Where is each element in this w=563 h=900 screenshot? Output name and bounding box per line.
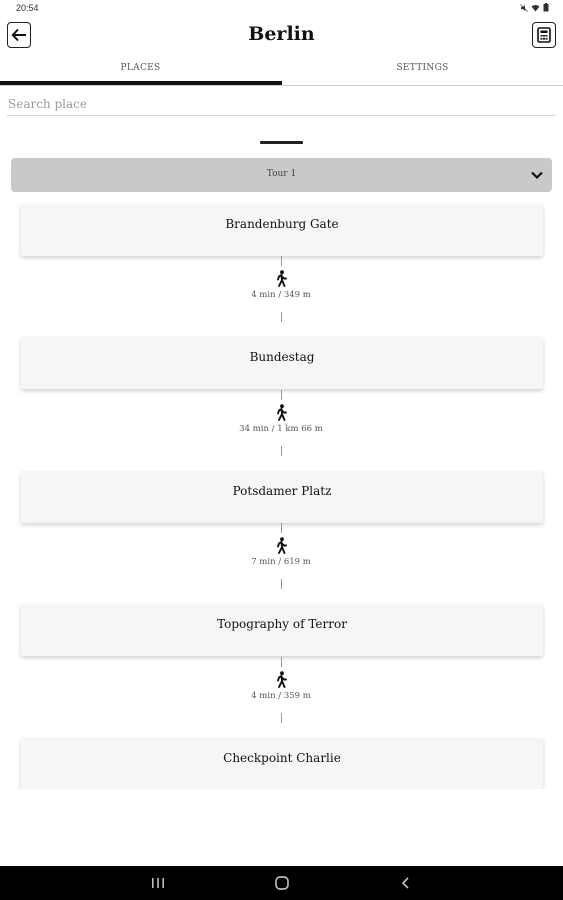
place-name: Topography of Terror bbox=[217, 617, 347, 631]
page-title: Berlin bbox=[248, 23, 315, 45]
connector-line bbox=[281, 713, 282, 723]
connector-line bbox=[281, 312, 282, 322]
wifi-icon bbox=[531, 4, 540, 11]
walk-leg: 4 min / 359 m bbox=[231, 657, 331, 737]
status-bar: 20:54 bbox=[0, 0, 563, 18]
place-card-topography-of-terror[interactable]: Topography of Terror bbox=[21, 604, 543, 656]
status-time: 20:54 bbox=[16, 3, 39, 13]
home-icon[interactable] bbox=[272, 875, 292, 891]
walking-icon bbox=[277, 404, 287, 421]
search-field[interactable] bbox=[7, 92, 556, 116]
place-name: Bundestag bbox=[249, 350, 315, 364]
mute-icon bbox=[520, 3, 528, 12]
walking-icon bbox=[277, 537, 287, 554]
connector-line bbox=[281, 523, 282, 533]
tour-selected-label: Tour 1 bbox=[266, 169, 297, 179]
place-card-potsdamer-platz[interactable]: Potsdamer Platz bbox=[21, 471, 543, 523]
walk-leg: 7 min / 619 m bbox=[231, 523, 331, 603]
status-icons bbox=[520, 3, 549, 12]
tab-indicator bbox=[0, 81, 282, 85]
place-card-checkpoint-charlie[interactable]: Checkpoint Charlie bbox=[21, 738, 543, 789]
place-name: Potsdamer Platz bbox=[232, 484, 332, 498]
drag-handle[interactable] bbox=[260, 141, 303, 144]
walk-duration-distance: 7 min / 619 m bbox=[251, 557, 311, 567]
places-list: Brandenburg Gate 4 min / 349 m Bundestag… bbox=[0, 192, 563, 789]
system-nav-bar bbox=[0, 866, 563, 900]
chevron-down-icon bbox=[531, 171, 543, 180]
recent-apps-icon[interactable] bbox=[148, 875, 168, 891]
place-card-bundestag[interactable]: Bundestag bbox=[21, 337, 543, 389]
walk-leg: 4 min / 349 m bbox=[231, 256, 331, 336]
search-input[interactable] bbox=[7, 92, 556, 115]
walk-duration-distance: 34 min / 1 km 66 m bbox=[239, 424, 323, 434]
connector-line bbox=[281, 256, 282, 266]
walk-leg: 34 min / 1 km 66 m bbox=[231, 390, 331, 470]
connector-line bbox=[281, 579, 282, 589]
calculator-button[interactable] bbox=[532, 22, 556, 48]
tab-settings[interactable]: SETTINGS bbox=[282, 56, 563, 86]
walking-icon bbox=[277, 270, 287, 287]
place-card-brandenburg-gate[interactable]: Brandenburg Gate bbox=[21, 204, 543, 256]
connector-line bbox=[281, 390, 282, 400]
place-name: Brandenburg Gate bbox=[225, 217, 339, 231]
place-name: Checkpoint Charlie bbox=[223, 751, 341, 765]
connector-line bbox=[281, 446, 282, 456]
nav-back-icon[interactable] bbox=[396, 875, 416, 891]
connector-line bbox=[281, 657, 282, 667]
walk-duration-distance: 4 min / 359 m bbox=[251, 691, 311, 701]
battery-icon bbox=[543, 3, 549, 12]
tour-dropdown[interactable]: Tour 1 bbox=[11, 158, 552, 192]
app-header: Berlin bbox=[0, 18, 563, 56]
walk-duration-distance: 4 min / 349 m bbox=[251, 290, 311, 300]
calculator-icon bbox=[537, 27, 551, 43]
walking-icon bbox=[277, 671, 287, 688]
